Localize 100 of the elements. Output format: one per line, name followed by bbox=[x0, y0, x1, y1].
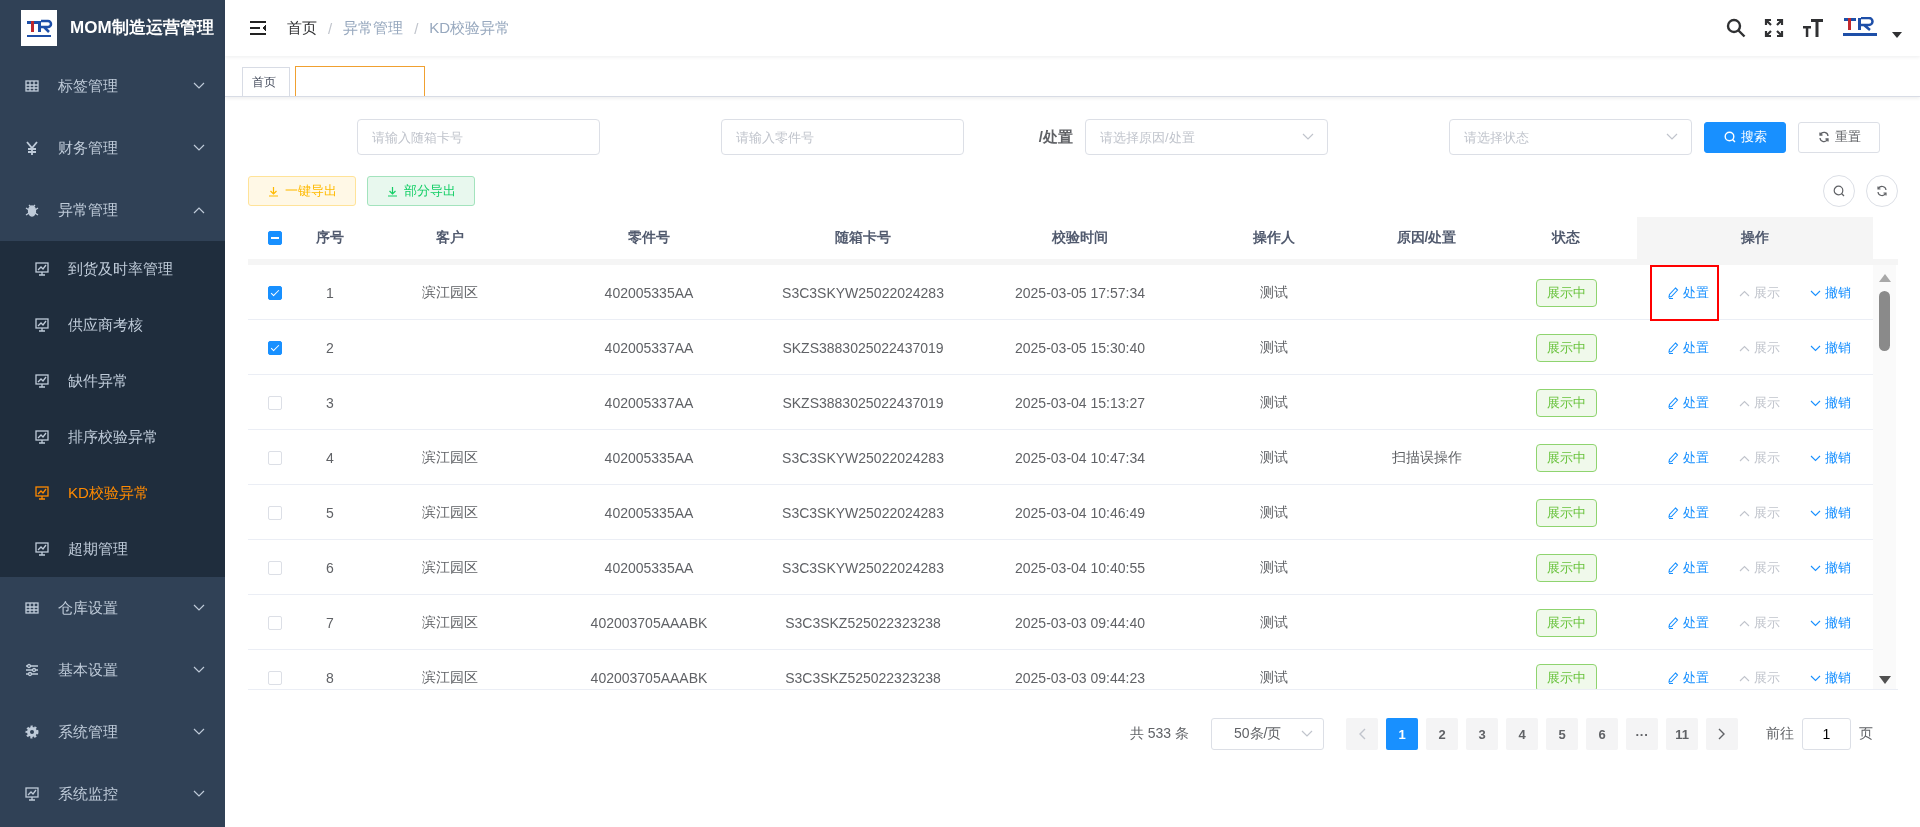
action-link[interactable]: 撤销 bbox=[1809, 449, 1851, 467]
action-link[interactable]: 撤销 bbox=[1809, 339, 1851, 357]
submenu-item[interactable]: 到货及时率管理 bbox=[0, 241, 225, 297]
action-link[interactable]: 撤销 bbox=[1809, 284, 1851, 302]
action-link[interactable]: 处置 bbox=[1667, 394, 1709, 412]
menu-item[interactable]: 系统监控 bbox=[0, 763, 225, 825]
search-button[interactable]: 搜索 bbox=[1704, 121, 1786, 153]
monitor-icon bbox=[34, 541, 50, 557]
submenu-item[interactable]: KD校验异常 bbox=[0, 465, 225, 521]
next-page-button[interactable] bbox=[1706, 718, 1738, 750]
status-tag: 展示中 bbox=[1535, 554, 1597, 582]
chevron-icon bbox=[1666, 133, 1678, 141]
chevron-down-icon bbox=[1809, 509, 1821, 517]
table-cell: 滨江园区 bbox=[422, 559, 478, 577]
monitor-icon bbox=[34, 317, 50, 333]
breadcrumb-item[interactable]: 首页 bbox=[287, 18, 317, 38]
action-link[interactable]: 处置 bbox=[1667, 559, 1709, 577]
submenu-item[interactable]: 排序校验异常 bbox=[0, 409, 225, 465]
page-button[interactable]: 2 bbox=[1426, 718, 1458, 750]
menu-item[interactable]: 基本设置 bbox=[0, 639, 225, 701]
action-link[interactable]: 撤销 bbox=[1809, 669, 1851, 687]
action-link[interactable]: 撤销 bbox=[1809, 394, 1851, 412]
pencil-icon bbox=[1667, 562, 1679, 574]
fullscreen-icon[interactable] bbox=[1764, 18, 1784, 38]
page-button[interactable]: 1 bbox=[1386, 718, 1418, 750]
pencil-icon bbox=[1667, 397, 1679, 409]
submenu-item[interactable]: 供应商考核 bbox=[0, 297, 225, 353]
table-icon bbox=[24, 78, 40, 94]
menu-item[interactable]: 异常管理 bbox=[0, 179, 225, 241]
table-cell: 2025-03-04 10:46:49 bbox=[1015, 505, 1145, 521]
table-cell: 402005335AA bbox=[604, 450, 694, 466]
tab[interactable]: 首页 bbox=[242, 67, 290, 96]
page-button[interactable]: 3 bbox=[1466, 718, 1498, 750]
select-all-checkbox[interactable] bbox=[268, 231, 282, 245]
menu-item[interactable]: 系统管理 bbox=[0, 701, 225, 763]
table-cell: 测试 bbox=[1260, 284, 1288, 302]
font-size-icon[interactable] bbox=[1802, 18, 1824, 38]
table-cell: 2025-03-03 09:44:40 bbox=[1015, 615, 1145, 631]
input-field[interactable]: 请输入零件号 bbox=[721, 119, 964, 155]
table-cell: 6 bbox=[326, 560, 334, 576]
menu-item[interactable]: 财务管理 bbox=[0, 117, 225, 179]
row-checkbox[interactable] bbox=[268, 286, 282, 300]
page-size-select[interactable]: 50条/页 bbox=[1211, 718, 1324, 750]
logo-icon[interactable] bbox=[1842, 17, 1878, 39]
action-link[interactable]: 处置 bbox=[1667, 284, 1709, 302]
search-button[interactable] bbox=[1823, 175, 1855, 207]
chevron-up-icon bbox=[1738, 674, 1750, 682]
menu-item[interactable]: 标签管理 bbox=[0, 55, 225, 117]
action-link[interactable]: 处置 bbox=[1667, 669, 1709, 687]
action-link[interactable]: 撤销 bbox=[1809, 504, 1851, 522]
table-cell: 滨江园区 bbox=[422, 614, 478, 632]
chevron-icon bbox=[193, 82, 205, 90]
page-button[interactable]: 4 bbox=[1506, 718, 1538, 750]
monitor-icon bbox=[34, 373, 50, 389]
status-tag: 展示中 bbox=[1535, 664, 1597, 689]
action-link[interactable]: 处置 bbox=[1667, 449, 1709, 467]
sliders-icon bbox=[24, 662, 40, 678]
chevron-down-icon bbox=[1809, 674, 1821, 682]
chevron-right-icon bbox=[1718, 728, 1726, 740]
page-button[interactable]: ··· bbox=[1626, 718, 1658, 750]
monitor-icon bbox=[24, 786, 40, 802]
scrollbar[interactable] bbox=[1873, 265, 1896, 689]
page-input[interactable]: 1 bbox=[1802, 718, 1851, 750]
chevron-down-icon bbox=[1809, 454, 1821, 462]
table-cell: 2025-03-05 15:30:40 bbox=[1015, 340, 1145, 356]
search-icon[interactable] bbox=[1726, 18, 1746, 38]
pencil-icon bbox=[1667, 507, 1679, 519]
status-tag: 展示中 bbox=[1535, 499, 1597, 527]
scrollbar-thumb[interactable] bbox=[1879, 291, 1890, 351]
pencil-icon bbox=[1667, 452, 1679, 464]
submenu-item[interactable]: 超期管理 bbox=[0, 521, 225, 577]
refresh-button[interactable] bbox=[1866, 175, 1898, 207]
goto-label: 前往 bbox=[1766, 725, 1794, 743]
select-field[interactable]: 请选择状态 bbox=[1449, 119, 1692, 155]
select-field[interactable]: 请选择原因/处置 bbox=[1085, 119, 1328, 155]
page-button[interactable]: 6 bbox=[1586, 718, 1618, 750]
chevron-up-icon bbox=[1738, 289, 1750, 297]
action-link[interactable]: 撤销 bbox=[1809, 559, 1851, 577]
menu-item[interactable]: 仓库设置 bbox=[0, 577, 225, 639]
action-link[interactable]: 撤销 bbox=[1809, 614, 1851, 632]
filter-label: /处置 bbox=[1038, 127, 1073, 145]
chevron-up-icon bbox=[1738, 564, 1750, 572]
menu-icon[interactable] bbox=[249, 20, 267, 36]
action-link: 展示 bbox=[1738, 449, 1780, 467]
submenu-item[interactable]: 缺件异常 bbox=[0, 353, 225, 409]
action-link[interactable]: 处置 bbox=[1667, 339, 1709, 357]
input-field[interactable]: 请输入随箱卡号 bbox=[357, 119, 600, 155]
page-button[interactable]: 5 bbox=[1546, 718, 1578, 750]
action-link[interactable]: 处置 bbox=[1667, 504, 1709, 522]
table-cell: 3 bbox=[326, 395, 334, 411]
action-link[interactable]: 处置 bbox=[1667, 614, 1709, 632]
page-button[interactable]: 11 bbox=[1666, 718, 1698, 750]
chevron-icon bbox=[1301, 730, 1313, 738]
row-checkbox[interactable] bbox=[268, 341, 282, 355]
table-cell: S3C3SKYW25022024283 bbox=[782, 450, 944, 466]
reset-button[interactable]: 重置 bbox=[1798, 121, 1880, 153]
monitor-icon bbox=[34, 485, 50, 501]
chevron-icon bbox=[1302, 133, 1314, 141]
tab[interactable] bbox=[295, 66, 425, 96]
caret-icon[interactable] bbox=[1892, 32, 1902, 38]
